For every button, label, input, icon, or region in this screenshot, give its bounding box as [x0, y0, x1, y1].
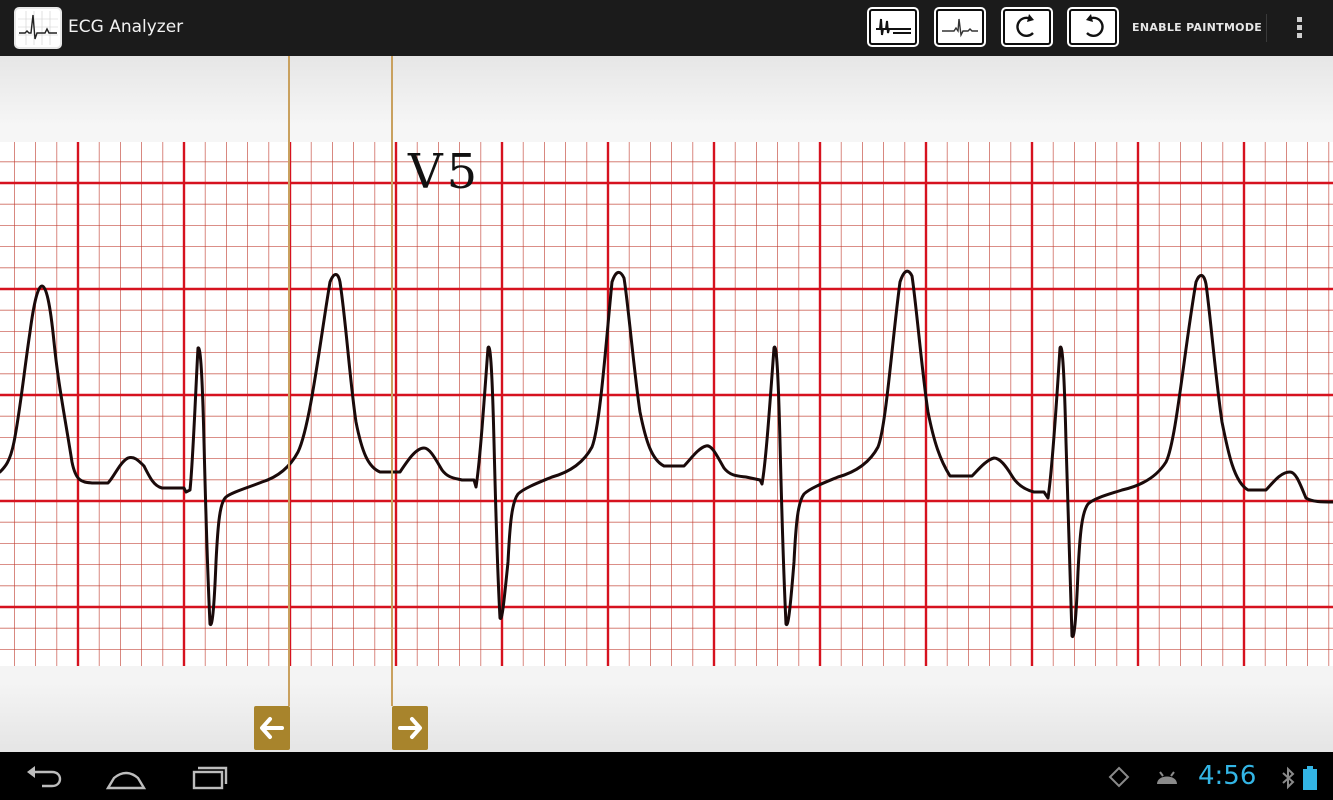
ecg-strip[interactable]: V5 — [0, 142, 1333, 666]
home-button[interactable] — [104, 760, 148, 792]
rotate-right-icon — [1086, 14, 1104, 37]
status-clock: 4:56 — [1198, 761, 1257, 791]
caliper-right-arrow-button[interactable] — [392, 706, 428, 750]
home-icon — [105, 771, 147, 790]
rotate-left-button[interactable] — [1003, 9, 1051, 45]
caliper-left-arrow-button[interactable] — [254, 706, 290, 750]
ecg-analyzer-app-icon[interactable] — [14, 7, 62, 49]
rotate-left-icon — [1016, 14, 1034, 37]
rotate-right-button[interactable] — [1069, 9, 1117, 45]
sync-diamond-icon — [1108, 766, 1130, 788]
battery-icon — [1303, 766, 1317, 790]
action-bar-divider — [1266, 14, 1267, 42]
ecg-wave-icon — [942, 18, 978, 38]
recent-apps-icon — [192, 766, 228, 790]
arrow-right-icon — [398, 717, 422, 739]
caliper-tool-button[interactable] — [869, 9, 917, 45]
caliper-line-right[interactable] — [391, 56, 393, 706]
arrow-left-icon — [260, 717, 284, 739]
caliper-icon — [876, 18, 911, 36]
bluetooth-icon — [1282, 766, 1295, 790]
overflow-menu-icon[interactable] — [1292, 14, 1308, 42]
android-debug-icon — [1157, 771, 1177, 784]
back-icon — [27, 766, 62, 788]
back-button[interactable] — [22, 760, 66, 792]
lead-label: V5 — [407, 144, 481, 200]
app-title: ECG Analyzer — [68, 17, 184, 37]
action-bar: ECG Analyzer ENABLE PAINTMODE — [0, 0, 1333, 56]
enable-paintmode-button[interactable]: ENABLE PAINTMODE — [1132, 14, 1262, 42]
caliper-line-left[interactable] — [288, 56, 290, 706]
ecg-wave-tool-button[interactable] — [936, 9, 984, 45]
system-navigation-bar: 4:56 — [0, 752, 1333, 800]
recent-apps-button[interactable] — [188, 760, 232, 792]
